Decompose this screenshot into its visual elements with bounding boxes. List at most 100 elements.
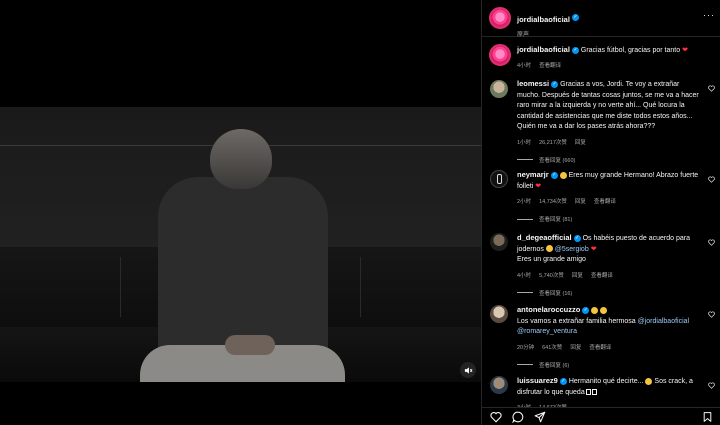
comment-text: Gracias a vos, Jordi. Te voy a extrañar … bbox=[517, 81, 699, 130]
heart-icon[interactable] bbox=[708, 311, 715, 318]
verified-icon: ✓ bbox=[573, 234, 581, 242]
glyph-icon bbox=[591, 388, 597, 395]
comment-body: leomessi ✓ Gracias a vos, Jordi. Te voy a… bbox=[517, 79, 702, 164]
author-info: jordialbaoficial ✓ 原声 bbox=[517, 9, 579, 38]
heart-icon[interactable] bbox=[708, 85, 715, 92]
divider bbox=[517, 292, 533, 293]
mention-link-2[interactable]: @romarey_ventura bbox=[517, 328, 577, 335]
caption-body: jordialbaoficial ✓ Gracias fútbol, gracia… bbox=[517, 45, 712, 69]
commenter-avatar[interactable] bbox=[490, 170, 508, 188]
comment-time: 4小时 bbox=[517, 272, 532, 279]
reply-button[interactable]: 回复 bbox=[570, 343, 581, 351]
mention-link[interactable]: @5sergiob bbox=[555, 246, 589, 253]
comment-body: antonelaroccuzzo ✓ Los vamos a extrañar f… bbox=[517, 305, 702, 369]
caption-avatar[interactable] bbox=[489, 44, 511, 66]
commenter-avatar[interactable] bbox=[490, 376, 508, 394]
verified-icon: ✓ bbox=[571, 46, 579, 54]
emoji-icon bbox=[645, 377, 653, 385]
comment-text-2: Eres un grande amigo bbox=[517, 256, 586, 263]
instagram-post-view: jordialbaoficial ✓ 原声 ··· jordialbaoficia… bbox=[0, 0, 720, 425]
comment-username[interactable]: antonelaroccuzzo bbox=[517, 305, 580, 314]
video-player[interactable] bbox=[0, 107, 481, 382]
share-icon[interactable] bbox=[534, 411, 546, 423]
caption-translate[interactable]: 查看翻译 bbox=[539, 61, 561, 69]
audio-label[interactable]: 原声 bbox=[517, 29, 579, 38]
bookmark-icon[interactable] bbox=[702, 411, 713, 423]
verified-icon: ✓ bbox=[582, 306, 590, 314]
caption-time: 4小时 bbox=[517, 62, 532, 69]
comment-username[interactable]: neymarjr bbox=[517, 170, 549, 179]
view-replies-label[interactable]: 查看回复 (660) bbox=[539, 156, 575, 164]
comment-time: 2小时 bbox=[517, 199, 532, 205]
verified-icon: ✓ bbox=[559, 377, 567, 385]
view-replies[interactable]: 查看回复 (16) bbox=[517, 289, 702, 297]
translate-button[interactable]: 查看翻译 bbox=[589, 343, 611, 351]
heart-emoji: ❤ bbox=[535, 182, 542, 190]
view-replies[interactable]: 查看回复 (81) bbox=[517, 215, 702, 223]
comment-body: d_degeaofficial ✓ Os habéis puesto de acu… bbox=[517, 233, 702, 297]
comment-meta: 1小时 26,217次赞 回复 bbox=[517, 138, 702, 146]
comment-meta: 20分钟 641次赞 回复 查看翻译 bbox=[517, 343, 702, 351]
media-area bbox=[0, 0, 481, 425]
mute-icon bbox=[464, 366, 472, 374]
emoji-icon bbox=[559, 171, 567, 179]
commenter-avatar[interactable] bbox=[490, 80, 508, 98]
comment-body: luissuarez9 ✓ Hermanito qué decirte... So… bbox=[517, 376, 702, 411]
heart-icon[interactable] bbox=[708, 239, 715, 246]
person-hands bbox=[225, 335, 275, 355]
emoji-icon bbox=[545, 245, 553, 253]
person-head bbox=[210, 129, 272, 189]
caption-text: Gracias fútbol, gracias por tanto bbox=[580, 47, 681, 54]
comment-body: neymarjr ✓ Eres muy grande Hermano! Abraz… bbox=[517, 170, 702, 223]
view-replies-label[interactable]: 查看回复 (6) bbox=[539, 361, 569, 369]
view-replies[interactable]: 查看回复 (660) bbox=[517, 156, 702, 164]
divider bbox=[517, 364, 533, 365]
comment-icon[interactable] bbox=[512, 411, 524, 423]
translate-button[interactable]: 查看翻译 bbox=[591, 271, 613, 279]
heart-icon[interactable] bbox=[708, 176, 715, 183]
commenter-avatar[interactable] bbox=[490, 233, 508, 251]
author-avatar[interactable] bbox=[489, 7, 511, 29]
heart-emoji: ❤ bbox=[590, 245, 597, 253]
comment-likes[interactable]: 641次赞 bbox=[542, 343, 562, 351]
mute-button[interactable] bbox=[460, 362, 476, 378]
view-replies-label[interactable]: 查看回复 (16) bbox=[539, 289, 572, 297]
mention-link[interactable]: @jordialbaoficial bbox=[638, 318, 689, 325]
view-replies[interactable]: 查看回复 (6) bbox=[517, 361, 702, 369]
comment-meta: 2小时 14,734次赞 回复 查看翻译 bbox=[517, 197, 702, 205]
author-username[interactable]: jordialbaoficial bbox=[517, 15, 570, 24]
verified-icon: ✓ bbox=[550, 171, 558, 179]
caption-username[interactable]: jordialbaoficial bbox=[517, 45, 570, 54]
comment-username[interactable]: d_degeaofficial bbox=[517, 233, 572, 242]
comment-username[interactable]: leomessi bbox=[517, 79, 549, 88]
translate-button[interactable]: 查看翻译 bbox=[594, 197, 616, 205]
more-icon[interactable]: ··· bbox=[703, 10, 715, 20]
divider bbox=[517, 218, 533, 220]
caption-meta: 4小时 查看翻译 bbox=[517, 61, 712, 69]
heart-icon[interactable] bbox=[708, 382, 715, 389]
emoji-icon bbox=[591, 306, 599, 314]
emoji-icon bbox=[600, 306, 608, 314]
verified-icon: ✓ bbox=[551, 80, 559, 88]
divider bbox=[517, 159, 533, 160]
post-header: jordialbaoficial ✓ 原声 ··· bbox=[482, 0, 720, 38]
glyph-icon bbox=[585, 388, 591, 395]
comment-time: 20分钟 bbox=[517, 344, 535, 351]
view-replies-label[interactable]: 查看回复 (81) bbox=[539, 215, 572, 223]
action-bar bbox=[482, 407, 720, 425]
sofa-seam bbox=[360, 257, 361, 317]
comment-likes[interactable]: 14,734次赞 bbox=[539, 197, 567, 205]
comments-panel: jordialbaoficial ✓ 原声 ··· jordialbaoficia… bbox=[481, 0, 720, 425]
commenter-avatar[interactable] bbox=[490, 305, 508, 323]
verified-icon: ✓ bbox=[571, 14, 579, 22]
comment-likes[interactable]: 26,217次赞 bbox=[539, 138, 567, 146]
comment-time: 1小时 bbox=[517, 139, 532, 146]
sofa-seam bbox=[120, 257, 121, 317]
comment-username[interactable]: luissuarez9 bbox=[517, 376, 558, 385]
reply-button[interactable]: 回复 bbox=[575, 138, 586, 146]
reply-button[interactable]: 回复 bbox=[575, 197, 586, 205]
heart-icon[interactable] bbox=[490, 411, 502, 423]
comment-likes[interactable]: 5,740次赞 bbox=[539, 271, 564, 279]
comment-text: Hermanito qué decirte... bbox=[568, 378, 644, 385]
reply-button[interactable]: 回复 bbox=[572, 271, 583, 279]
